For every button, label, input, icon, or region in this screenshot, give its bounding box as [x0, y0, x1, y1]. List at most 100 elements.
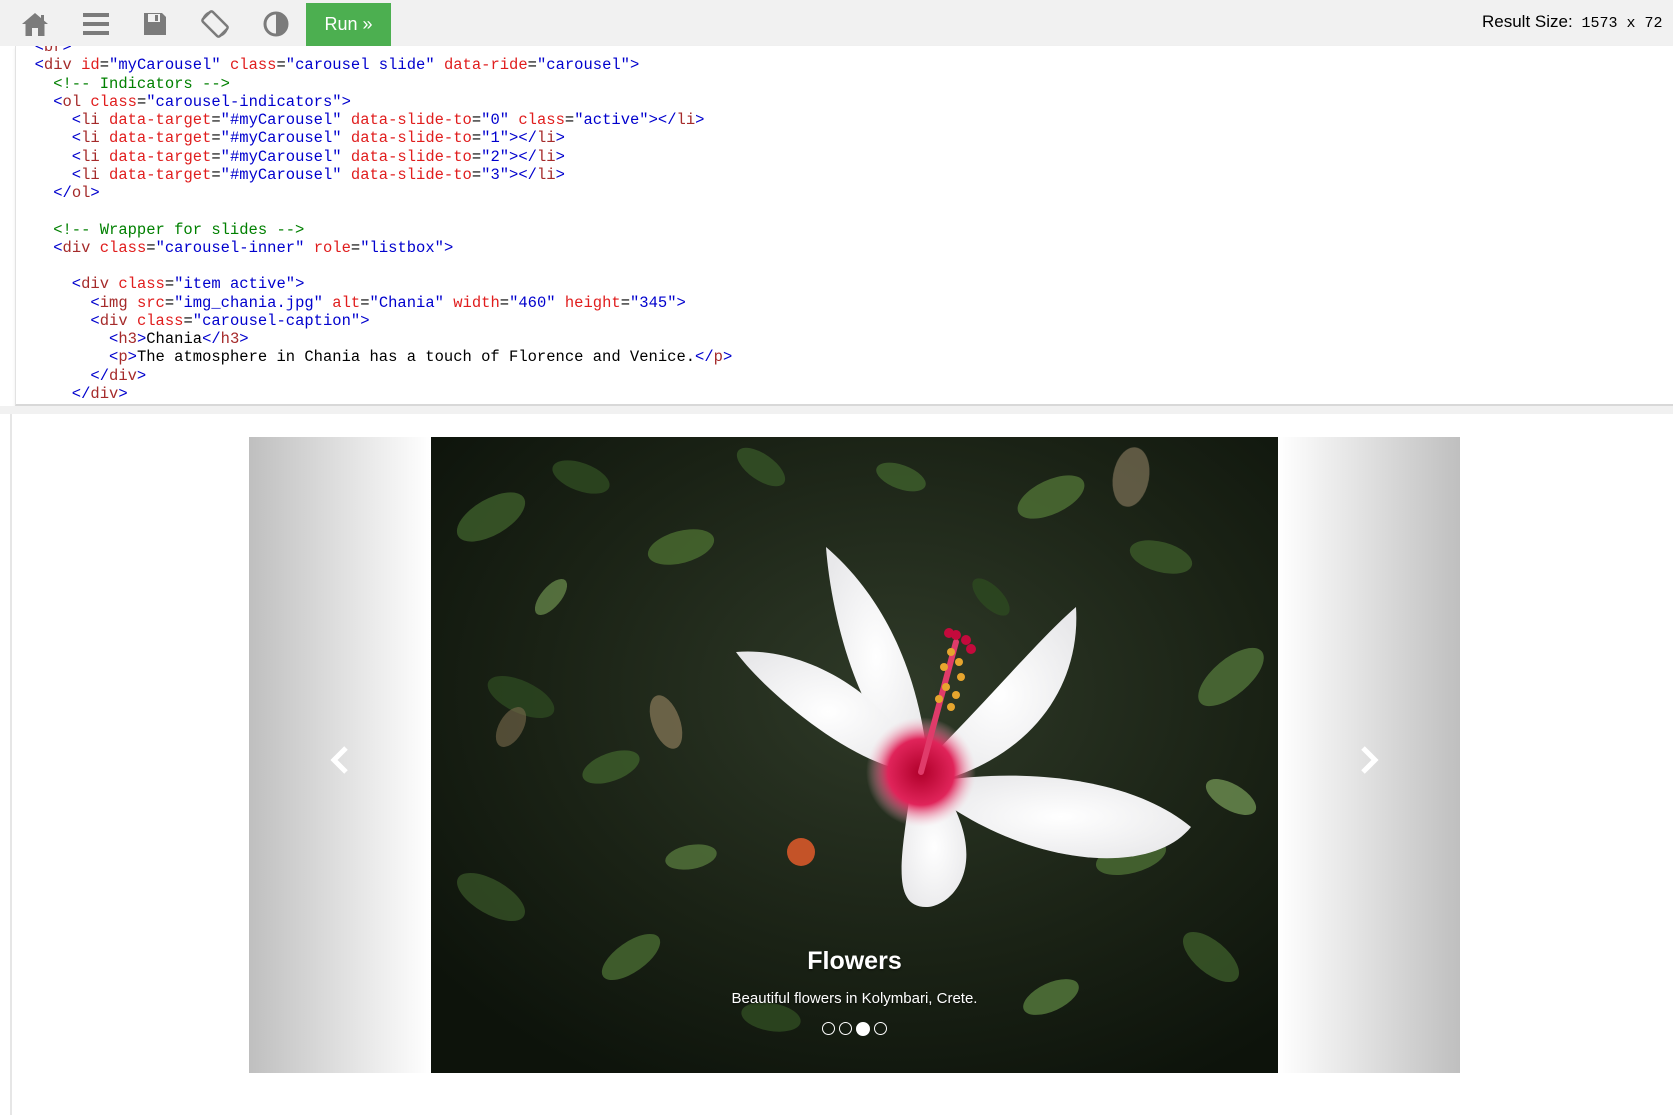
carousel-indicator-dot[interactable]	[822, 1022, 835, 1035]
code-token: "#myCarousel"	[220, 147, 351, 166]
code-token: "#myCarousel"	[220, 111, 351, 129]
code-token: <	[16, 330, 119, 348]
carousel-prev-control[interactable]	[249, 437, 431, 1073]
code-token: </	[16, 366, 110, 385]
code-token: =	[276, 56, 286, 75]
code-token: =	[564, 111, 575, 129]
code-token: "1"	[481, 129, 510, 148]
code-token: >	[722, 348, 733, 367]
code-line: <li data-target="#myCarousel" data-slide…	[16, 148, 565, 167]
code-token: =	[350, 238, 361, 257]
code-token: =	[183, 311, 193, 330]
splitter[interactable]	[0, 406, 1673, 414]
carousel-next-control[interactable]	[1278, 437, 1460, 1073]
code-token: "2"	[481, 147, 510, 166]
code-token: div	[90, 384, 119, 403]
code-token: ></	[648, 111, 677, 129]
code-editor[interactable]: <br> <div id="myCarousel" class="carouse…	[15, 46, 1673, 406]
code-token: div	[62, 238, 100, 257]
code-line: <!-- Wrapper for slides -->	[16, 221, 304, 240]
code-token: The atmosphere in Chania has a touch of …	[136, 348, 696, 367]
code-token: width	[453, 293, 500, 312]
carousel-indicator-dot[interactable]	[874, 1022, 887, 1035]
code-token: "0"	[481, 111, 519, 129]
code-token: li	[536, 165, 556, 184]
code-token: class	[136, 311, 184, 330]
toolbar: Run » Result Size: 1573 x 72	[0, 0, 1673, 46]
code-line: </div>	[16, 367, 146, 386]
code-token: "myCarousel"	[109, 56, 230, 75]
code-token: "carousel slide"	[285, 56, 444, 75]
code-token: >	[62, 46, 72, 56]
code-token: ></	[509, 147, 537, 166]
code-token: <	[16, 348, 119, 367]
code-token: >	[360, 311, 370, 330]
code-line: <h3>Chania</h3>	[16, 330, 249, 349]
code-token: class	[99, 238, 147, 257]
rotate-icon[interactable]	[199, 8, 231, 40]
code-token: >	[239, 330, 249, 348]
code-token: =	[164, 293, 175, 312]
code-token: >	[90, 184, 100, 202]
code-token: </	[16, 384, 91, 403]
carousel-indicator-dot[interactable]	[839, 1022, 852, 1035]
code-token: =	[211, 147, 221, 166]
code-token: =	[136, 92, 147, 111]
code-token: "#myCarousel"	[220, 129, 351, 148]
code-token: li	[81, 111, 110, 129]
code-token: p	[713, 348, 723, 367]
code-token: Chania	[146, 330, 203, 348]
code-token: ></	[509, 129, 537, 148]
code-token: "460"	[509, 293, 565, 312]
flower-photo	[431, 437, 1278, 1073]
code-token: li	[81, 165, 110, 184]
code-token: >	[118, 384, 128, 403]
code-token: ></	[509, 165, 537, 184]
code-token: "#myCarousel"	[220, 165, 351, 184]
code-token: div	[43, 56, 82, 75]
code-token: "listbox"	[360, 238, 444, 257]
code-token: "Chania"	[369, 293, 454, 312]
code-token: <	[16, 129, 82, 148]
code-token: data-target	[109, 111, 212, 129]
code-token: alt	[332, 293, 361, 312]
code-token: "345"	[630, 293, 677, 312]
code-token: h3	[220, 330, 240, 348]
result-size-label: Result Size:	[1482, 12, 1573, 31]
code-token: "active"	[574, 111, 649, 129]
code-token: >	[443, 238, 454, 257]
menu-icon[interactable]	[80, 8, 112, 40]
code-token: >	[676, 293, 686, 312]
code-line: <div class="carousel-inner" role="listbo…	[16, 239, 453, 258]
code-token: </	[695, 348, 714, 367]
home-icon[interactable]	[19, 8, 51, 40]
code-token: "item active"	[174, 275, 296, 294]
code-line: <img src="img_chania.jpg" alt="Chania" w…	[16, 293, 686, 313]
code-token: =	[471, 165, 482, 184]
code-token: class	[518, 111, 565, 129]
code-token: li	[81, 129, 110, 148]
save-icon[interactable]	[139, 8, 171, 40]
code-token: >	[695, 111, 705, 129]
code-token: class	[229, 56, 277, 75]
code-token: <!-- Wrapper for slides -->	[16, 220, 305, 239]
carousel-indicators	[431, 1022, 1278, 1036]
code-token: =	[499, 293, 510, 312]
run-button[interactable]: Run »	[306, 3, 391, 46]
code-token: img	[99, 293, 137, 312]
code-token: <!-- Indicators -->	[16, 74, 230, 93]
code-token: >	[136, 330, 147, 348]
code-token: <	[16, 293, 100, 312]
code-token: =	[527, 56, 537, 75]
result-size-value: 1573 x 72	[1581, 15, 1663, 32]
code-token: </	[202, 330, 221, 348]
contrast-icon[interactable]	[260, 8, 292, 40]
carousel-indicator-dot[interactable]	[856, 1022, 870, 1036]
code-token: =	[620, 293, 630, 312]
code-token: "carousel-caption"	[192, 311, 361, 330]
code-line: <div id="myCarousel" class="carousel sli…	[16, 56, 640, 75]
code-token: data-slide-to	[350, 111, 472, 129]
code-token: <	[16, 92, 63, 111]
code-token: li	[536, 129, 556, 148]
code-token: data-target	[109, 129, 212, 148]
